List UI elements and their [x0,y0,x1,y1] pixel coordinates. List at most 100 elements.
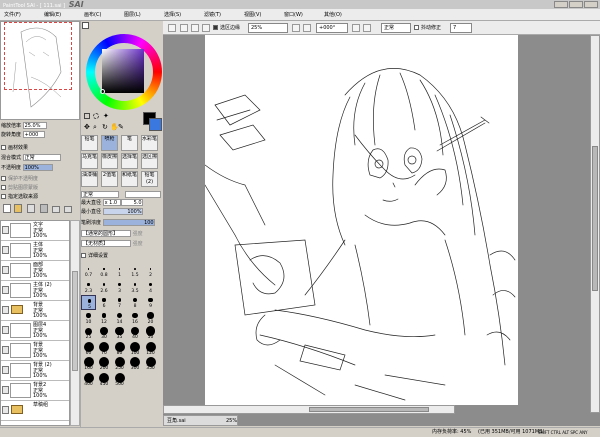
brush-size-option[interactable]: 300 [128,357,143,372]
tool-button[interactable]: 2值笔 [101,171,118,187]
brush-size-option[interactable]: 10 [81,311,96,326]
layer-visibility-icon[interactable] [2,266,9,274]
texture-select[interactable]: 【无材质】 [81,240,131,247]
brush-size-option[interactable]: 40 [128,326,143,341]
canvas-hscroll[interactable] [163,405,455,414]
tool-button[interactable]: 选择笔 [121,153,138,169]
texture-checkbox[interactable] [1,145,6,150]
brush-size-option[interactable]: 80 [112,341,127,357]
brush-size-option[interactable]: 16 [128,311,143,326]
maximize-button[interactable] [569,1,583,8]
zoom-select[interactable]: 25% [248,23,288,33]
drawing-canvas[interactable] [205,35,518,405]
brush-size-option[interactable]: 50 [143,326,158,341]
brush-size-option[interactable]: 120 [143,341,158,357]
tool-button[interactable]: 铅笔 [81,135,98,151]
layer-row[interactable]: 主体 正常 100% [1,241,69,261]
brush-size-option[interactable]: 30 [97,326,112,341]
clip-group-checkbox[interactable] [1,185,6,190]
layer-visibility-icon[interactable] [2,346,9,354]
menu-view[interactable]: 视图(V) [244,9,284,21]
layer-row[interactable]: 背景 (2) 正常 100% [1,361,69,381]
brush-size-option[interactable]: 3 [112,280,127,295]
menu-window[interactable]: 窗口(W) [284,9,324,21]
angle-select[interactable]: +000° [316,23,348,33]
layer-visibility-icon[interactable] [2,366,9,374]
menu-filter[interactable]: 滤镜(T) [204,9,244,21]
brush-size-option[interactable]: 8 [128,295,143,310]
selection-edge-checkbox[interactable] [213,25,218,30]
brush-size-option[interactable]: 25 [81,326,96,341]
new-folder-icon[interactable] [14,204,22,213]
tool-button[interactable]: 铅笔(2) [141,171,158,187]
brush-size-mult[interactable]: x 1.0 [102,199,121,206]
stabilizer-checkbox[interactable] [414,25,419,30]
tool-button[interactable]: 选区擦 [141,153,158,169]
flip-icon[interactable] [352,24,360,32]
layer-visibility-icon[interactable] [2,326,9,334]
rotate-icon[interactable]: ↻ [102,123,108,131]
menu-select[interactable]: 选择(S) [164,9,204,21]
layer-row[interactable]: 图层4 正常 100% [1,321,69,341]
brush-min-slider[interactable]: 100% [102,208,143,215]
zoom-value[interactable]: 25.0% [22,122,47,129]
brush-size-option[interactable]: 450 [97,372,112,388]
brush-size-option[interactable]: 5 [81,295,96,310]
brush-shape-selector[interactable] [125,191,161,198]
menu-canvas[interactable]: 画布(C) [84,9,124,21]
layer-row[interactable]: 背景 正常 100% [1,301,69,321]
selection-source-checkbox[interactable] [1,194,6,199]
canvas-vscroll-thumb[interactable] [592,146,598,291]
brush-size-option[interactable]: 2.3 [81,280,96,295]
brush-size-option[interactable]: 350 [143,357,158,372]
brush-size-option[interactable]: 400 [81,372,96,388]
brush-size-option[interactable]: 100 [128,341,143,357]
copy-layer-icon[interactable] [27,204,35,213]
move-icon[interactable]: ✥ [84,123,90,131]
menu-layer[interactable]: 图层(L) [124,9,164,21]
tool-button[interactable]: 油漆桶 [81,171,98,187]
brush-size-value[interactable]: 5.0 [120,199,143,206]
brush-size-option[interactable]: 9 [143,295,158,310]
tool-button[interactable]: 和纸笔 [121,171,138,187]
brush-size-option[interactable]: 1 [112,264,127,279]
menu-other[interactable]: 其他(O) [324,9,364,21]
rotate-left-icon[interactable] [292,24,300,32]
rotate-value[interactable]: +000 [22,131,45,138]
eyedropper-icon[interactable]: ✎ [118,123,124,131]
layer-row[interactable]: 背景 正常 100% [1,341,69,361]
brush-size-option[interactable]: 70 [97,341,112,357]
layer-row[interactable]: 草稿组 [1,401,69,421]
tool-button[interactable]: 笔 [121,135,138,151]
tool-button[interactable]: 喷枪 [101,135,118,151]
layer-visibility-icon[interactable] [2,226,9,234]
tool-button[interactable]: 马克笔 [81,153,98,169]
brush-size-option[interactable]: 0.8 [97,264,112,279]
tool-button[interactable]: 水彩笔 [141,135,158,151]
brush-size-option[interactable]: 35 [112,326,127,341]
layer-visibility-icon[interactable] [2,286,9,294]
layer-visibility-icon[interactable] [2,406,9,414]
blend-mode-select[interactable]: 正常 [22,154,61,161]
brush-size-option[interactable]: 2.6 [97,280,112,295]
clear-layer-icon[interactable] [64,206,72,213]
texture-toggle[interactable]: 画材效果 [1,144,81,153]
layer-row[interactable]: 面部 正常 100% [1,261,69,281]
stabilizer-select[interactable]: 7 [450,23,472,33]
menu-edit[interactable]: 编辑(E) [44,9,84,21]
brush-size-option[interactable]: 7 [112,295,127,310]
merge-down-icon[interactable] [52,206,60,213]
brush-size-option[interactable]: 200 [97,357,112,372]
selection-source-toggle[interactable]: 指定选取来源 [1,193,81,202]
brush-density-slider[interactable]: 100 [102,219,155,226]
layer-row[interactable]: 背景2 正常 100% [1,381,69,401]
layer-scroll-thumb[interactable] [72,271,78,371]
saturation-value-square[interactable] [102,49,144,93]
palette-mode-icon[interactable] [82,22,89,29]
paper-select[interactable]: 【通常的圆形】 [81,230,131,237]
brush-size-option[interactable]: 12 [97,311,112,326]
zoom-in-icon[interactable] [180,24,188,32]
canvas-vscroll[interactable] [590,35,600,413]
minimize-button[interactable] [554,1,568,8]
layer-visibility-icon[interactable] [2,386,9,394]
